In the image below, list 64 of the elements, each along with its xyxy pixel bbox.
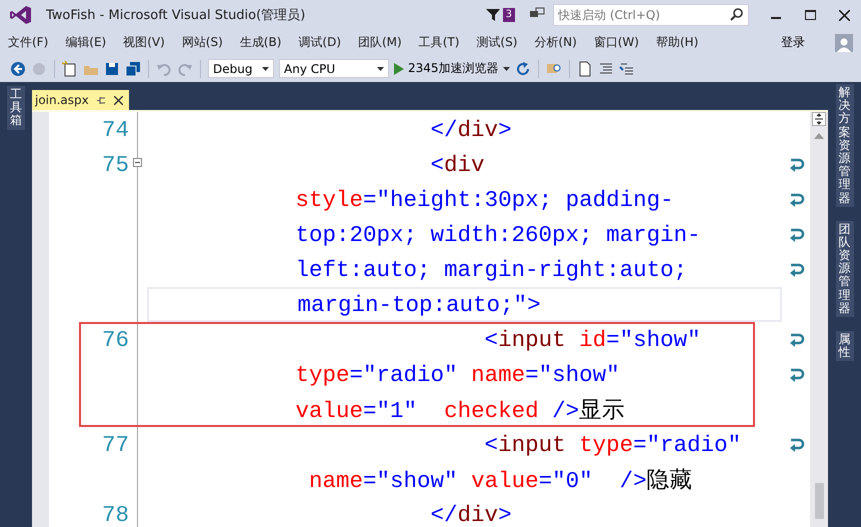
code-text: name="show" value="0" />隐藏	[308, 467, 693, 495]
menu-item[interactable]: 工具(T)	[418, 34, 460, 51]
code-text: <input id="show"	[484, 326, 701, 352]
line-number: 74	[102, 116, 129, 142]
menu-item[interactable]: 编辑(E)	[65, 34, 106, 51]
menu-item[interactable]: 测试(S)	[476, 34, 518, 51]
document-icon[interactable]	[576, 60, 593, 76]
code-text: top:20px; width:260px; margin-	[296, 222, 701, 248]
code-text: <input type="radio"	[484, 432, 742, 458]
split-icon[interactable]	[812, 112, 826, 126]
indent-lines-icon[interactable]	[598, 60, 614, 76]
new-project-icon[interactable]	[62, 60, 78, 76]
menu-item[interactable]: 网站(S)	[182, 34, 223, 51]
menu-item[interactable]: 窗口(W)	[594, 34, 639, 51]
line-number: 78	[102, 502, 129, 527]
side-panel-tab[interactable]: 团队资源管理器	[836, 220, 854, 317]
back-icon[interactable]	[10, 60, 26, 76]
code-text: margin-top:auto;">	[298, 292, 541, 318]
code-text: value="1" checked />显示	[296, 397, 626, 425]
menu-item[interactable]: 文件(F)	[8, 34, 48, 51]
line-number: 75	[102, 152, 129, 178]
save-all-icon[interactable]	[125, 60, 141, 76]
code-text: left:auto; margin-right:auto;	[296, 256, 688, 282]
code-text: style="height:30px; padding-	[296, 186, 674, 212]
line-number: 77	[102, 432, 129, 458]
menu-item[interactable]: 分析(N)	[534, 34, 577, 51]
menu-item[interactable]: 生成(B)	[240, 34, 282, 51]
comment-lines-icon[interactable]	[618, 60, 635, 76]
menu-item[interactable]: 调试(D)	[298, 34, 341, 51]
app-logo-icon	[10, 5, 32, 25]
refresh-icon[interactable]	[514, 60, 531, 76]
run-button[interactable]: 2345加速浏览器	[394, 60, 510, 77]
code-text: type="radio" name="show"	[296, 362, 620, 388]
scroll-thumb[interactable]	[814, 483, 824, 519]
code-text: </div>	[430, 116, 512, 142]
configuration-dropdown[interactable]: Debug	[208, 59, 274, 78]
sign-in-link[interactable]: 登录	[781, 34, 805, 51]
search-icon[interactable]	[729, 7, 745, 23]
vertical-scrollbar[interactable]	[810, 112, 828, 527]
notification-badge[interactable]: 3	[502, 8, 515, 22]
side-panel-tab[interactable]: 工具箱	[7, 86, 25, 130]
pin-icon[interactable]	[96, 96, 106, 104]
side-panel-tab[interactable]: 属性	[836, 331, 854, 362]
code-text: <div	[430, 152, 485, 178]
platform-dropdown[interactable]: Any CPU	[279, 59, 389, 78]
side-panel-tab[interactable]: 解决方案资源管理器	[836, 84, 854, 207]
maximize-icon[interactable]	[804, 10, 816, 20]
line-number: 76	[102, 326, 129, 352]
close-icon[interactable]	[114, 96, 123, 104]
menu-item[interactable]: 视图(V)	[123, 34, 165, 51]
window-title: TwoFish - Microsoft Visual Studio(管理员)	[46, 7, 306, 24]
caret-icon	[377, 66, 384, 70]
save-icon[interactable]	[104, 60, 120, 76]
collapse-icon[interactable]	[133, 158, 142, 167]
document-tab[interactable]: join.aspx	[32, 90, 129, 110]
quick-launch-field[interactable]: 快速启动 (Ctrl+Q)	[553, 4, 749, 26]
play-icon	[394, 62, 404, 74]
menu-item[interactable]: 团队(M)	[358, 34, 402, 51]
close-icon[interactable]	[838, 10, 850, 20]
menu-item[interactable]: 帮助(H)	[656, 34, 698, 51]
filter-icon[interactable]	[484, 7, 501, 23]
caret-icon	[262, 66, 269, 70]
caret-icon	[502, 66, 510, 70]
code-text: </div>	[430, 502, 512, 527]
